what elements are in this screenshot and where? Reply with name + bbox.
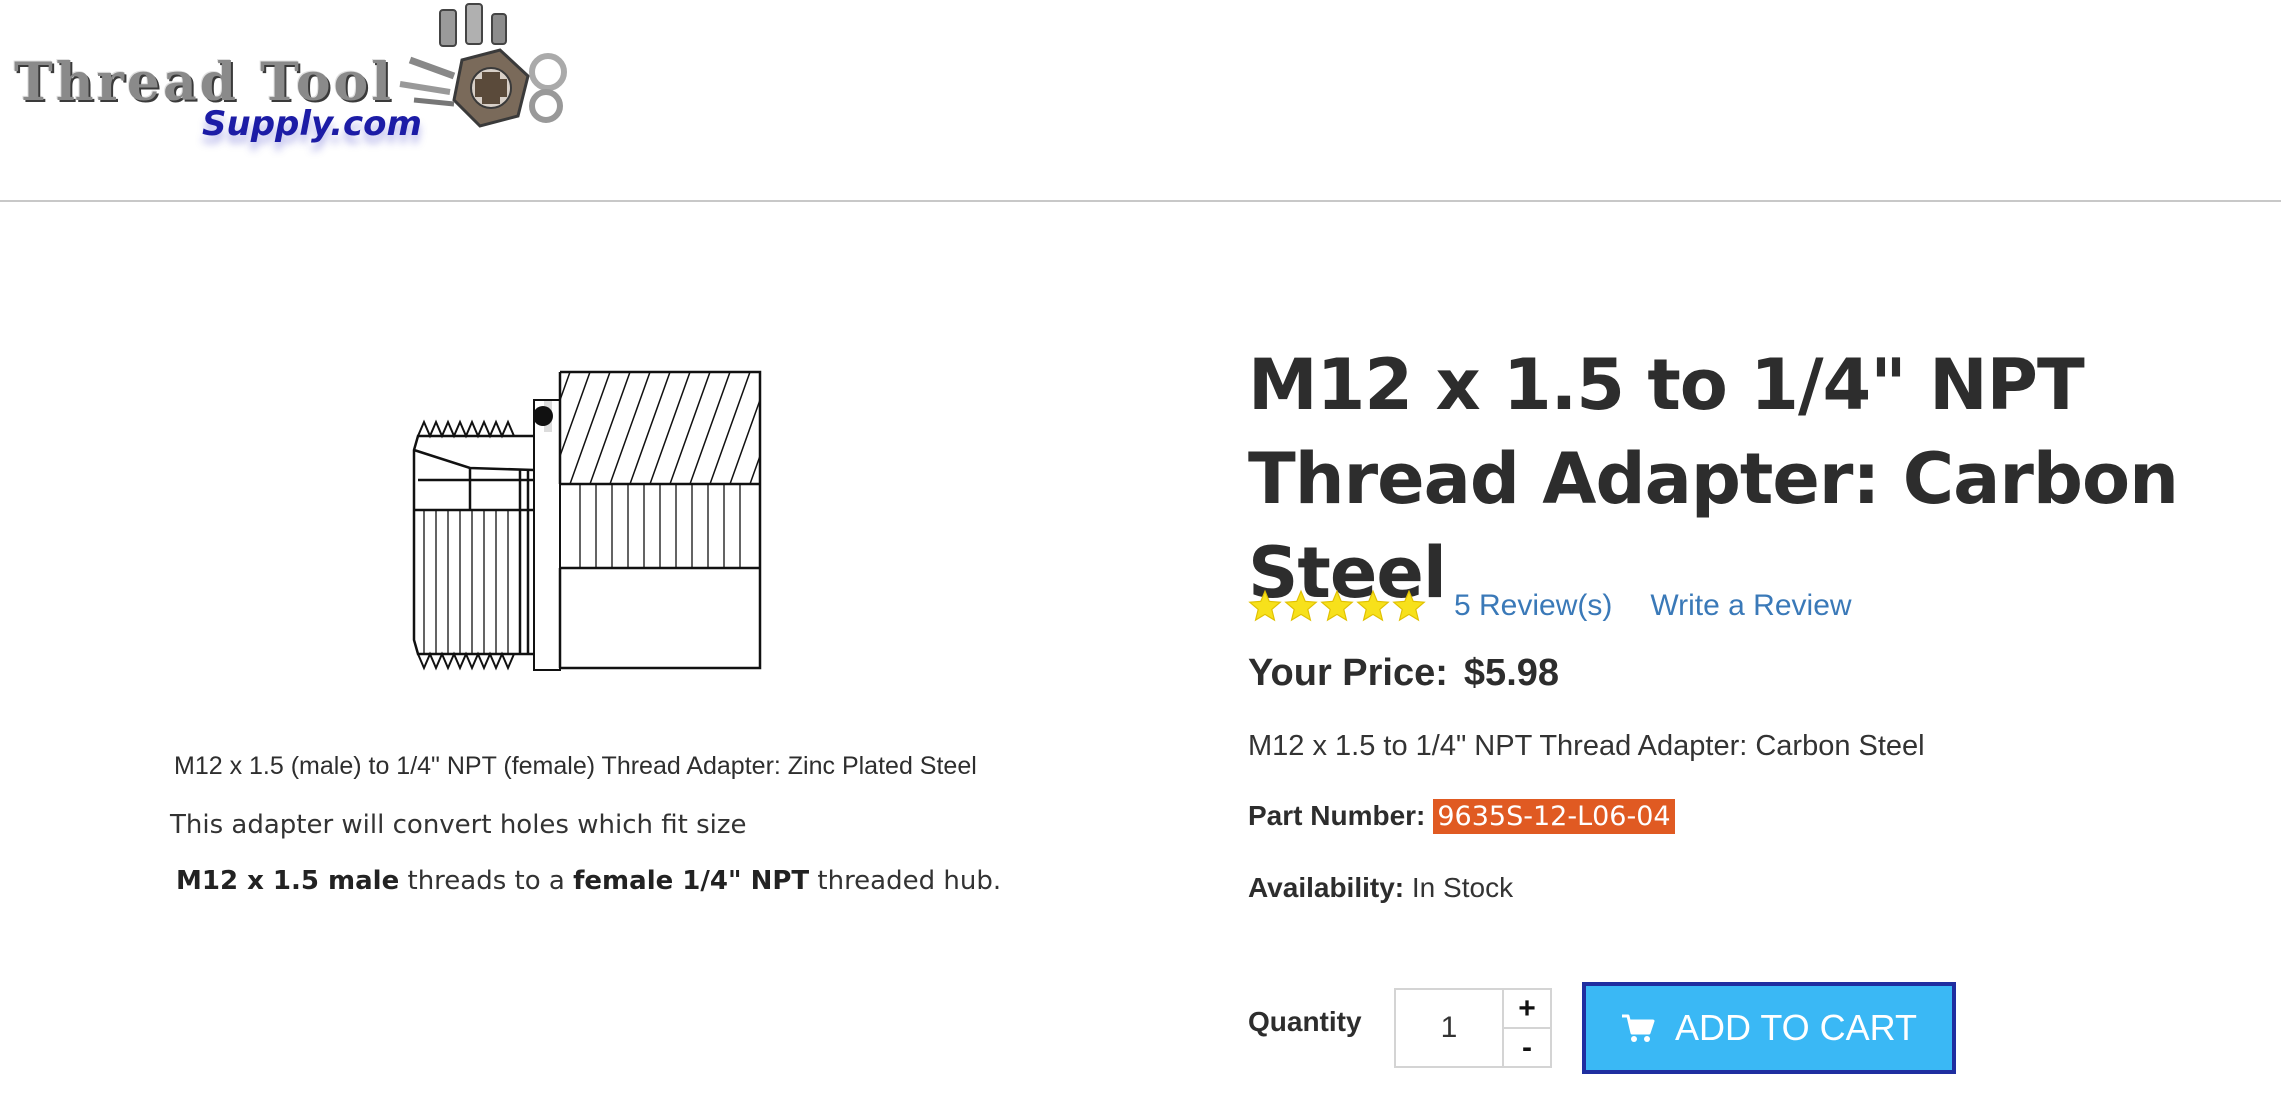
star-icon [1248, 589, 1282, 622]
quantity-input[interactable] [1396, 990, 1504, 1066]
product-subtitle: M12 x 1.5 to 1/4" NPT Thread Adapter: Ca… [1248, 730, 1925, 762]
quantity-buttons: + - [1504, 990, 1550, 1066]
site-logo[interactable]: Thread Tool Supply.com [10, 0, 570, 170]
part-number-label: Part Number: [1248, 800, 1426, 831]
star-icon [1356, 589, 1390, 622]
availability-value: In Stock [1411, 872, 1514, 903]
price-label: Your Price: [1248, 652, 1448, 694]
product-image[interactable] [410, 360, 770, 680]
site-header: Thread Tool Supply.com [0, 0, 2281, 202]
part-number-value: 9635S-12-L06-04 [1433, 799, 1675, 834]
description-line-2: M12 x 1.5 male threads to a female 1/4" … [176, 866, 1001, 896]
description-text-2: threaded hub. [809, 866, 1002, 896]
add-to-cart-label: ADD TO CART [1674, 1007, 1918, 1048]
description-line-1: This adapter will convert holes which fi… [170, 810, 747, 840]
star-rating [1248, 589, 1426, 623]
logo-tools-graphic [399, 3, 567, 128]
product-title: M12 x 1.5 to 1/4" NPT Thread Adapter: Ca… [1248, 344, 2179, 614]
write-review-link[interactable]: Write a Review [1650, 589, 1851, 623]
price-row: Your Price: $5.98 [1248, 652, 1559, 695]
description-bold-female: female 1/4" NPT [573, 866, 810, 896]
price-value: $5.98 [1463, 652, 1560, 694]
star-icon [1284, 589, 1318, 622]
reviews-link[interactable]: 5 Review(s) [1454, 589, 1612, 623]
rating-row: 5 Review(s) Write a Review [1248, 585, 1852, 627]
quantity-label: Quantity [1248, 1006, 1362, 1037]
cart-icon [1621, 1014, 1655, 1042]
description-text-1: threads to a [399, 866, 574, 896]
add-to-cart-button[interactable]: ADD TO CART [1582, 982, 1956, 1074]
availability-row: Availability: In Stock [1248, 872, 1513, 904]
quantity-stepper: + - [1394, 988, 1552, 1068]
image-caption: M12 x 1.5 (male) to 1/4" NPT (female) Th… [174, 752, 977, 780]
availability-label: Availability: [1248, 872, 1405, 903]
part-number-row: Part Number: 9635S-12-L06-04 [1248, 799, 1675, 834]
quantity-increment-button[interactable]: + [1504, 990, 1550, 1029]
star-icon [1320, 589, 1354, 622]
star-icon [1392, 589, 1426, 622]
quantity-decrement-button[interactable]: - [1504, 1029, 1550, 1066]
description-bold-male: M12 x 1.5 male [176, 866, 400, 896]
